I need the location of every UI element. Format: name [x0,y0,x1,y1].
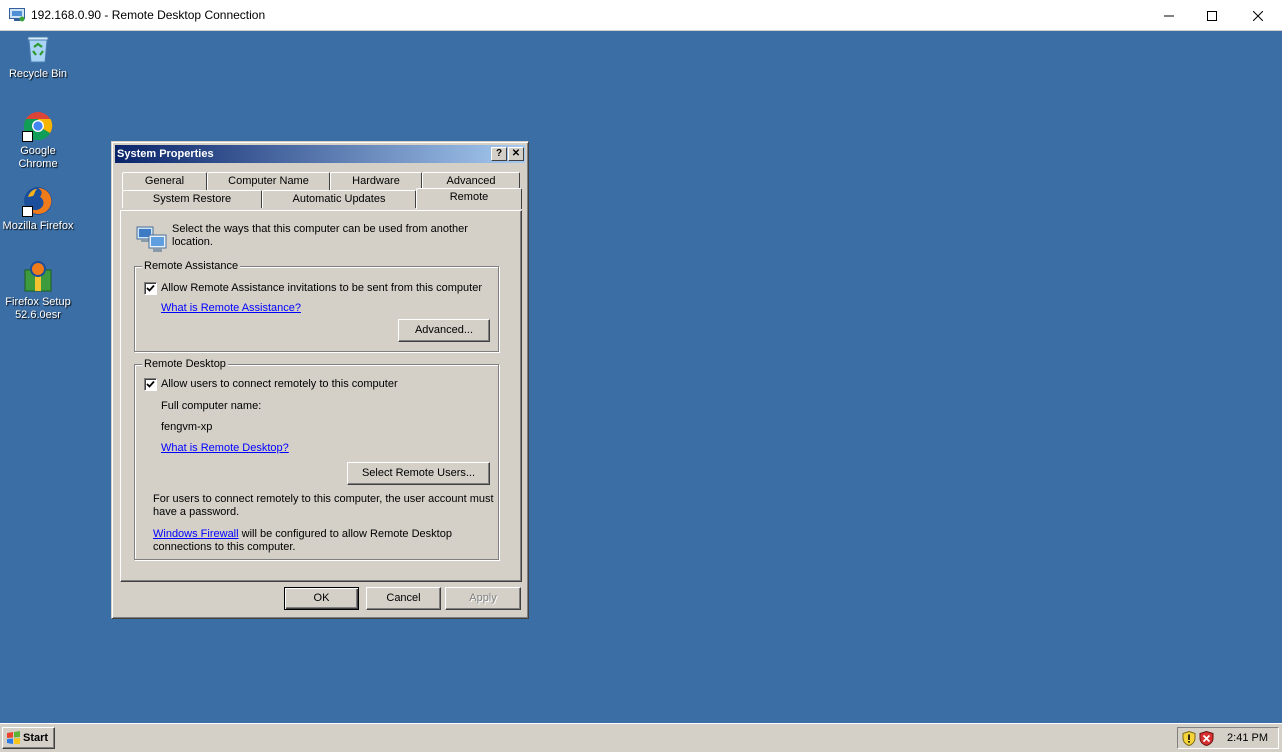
start-button[interactable]: Start [2,727,55,749]
windows-firewall-link[interactable]: Windows Firewall [153,528,239,540]
desktop-icon-chrome[interactable]: Google Chrome [0,110,76,171]
tab-computer-name[interactable]: Computer Name [207,172,330,190]
cancel-button[interactable]: Cancel [366,587,441,610]
allow-remote-assistance-label[interactable]: Allow Remote Assistance invitations to b… [161,282,482,295]
windows-logo-icon [7,731,20,744]
close-button[interactable] [1235,0,1281,31]
clock[interactable]: 2:41 PM [1227,732,1268,744]
tab-label: System Restore [152,193,232,205]
what-is-remote-desktop-link[interactable]: What is Remote Desktop? [161,442,289,455]
help-button[interactable]: ? [491,147,507,161]
chrome-icon [22,110,54,142]
allow-remote-desktop-label[interactable]: Allow users to connect remotely to this … [161,378,398,391]
recycle-bin-icon [22,33,54,65]
desktop-icon-firefox-setup[interactable]: Firefox Setup 52.6.0esr [0,261,76,322]
installer-icon [22,261,54,293]
apply-button[interactable]: Apply [445,587,521,610]
desktop-icon-label: Google Chrome [18,145,58,170]
remote-desktop-icon [9,8,25,22]
rdp-titlebar[interactable]: 192.168.0.90 - Remote Desktop Connection [0,0,1282,31]
tab-remote[interactable]: Remote [416,188,522,209]
desktop-icon-label: Mozilla Firefox [2,220,74,232]
tab-hardware[interactable]: Hardware [330,172,422,190]
checkmark-icon [146,284,155,292]
remote-desktop-group: Remote Desktop Allow users to connect re… [134,358,499,560]
start-label: Start [23,732,49,744]
tab-general[interactable]: General [122,172,207,190]
security-shield-icon[interactable] [1182,731,1196,746]
firewall-note-text: will be configured to allow Remote Deskt… [238,528,452,540]
dialog-close-button[interactable]: ✕ [508,147,524,161]
firewall-note-line2: connections to this computer. [153,541,296,553]
intro-text-line1: Select the ways that this computer can b… [172,223,468,235]
remote-assistance-group: Remote Assistance Allow Remote Assistanc… [134,260,499,352]
intro-text-line2: location. [172,236,213,248]
tab-label: Hardware [352,175,400,187]
password-note-line1: For users to connect remotely to this co… [153,493,494,505]
computer-name-value: fengvm-xp [161,421,213,433]
group-title: Remote Desktop [142,358,228,370]
system-properties-dialog[interactable]: System Properties ? ✕ General Computer N… [111,141,529,619]
system-tray: 2:41 PM [1177,727,1279,749]
desktop-icon-firefox[interactable]: Mozilla Firefox [0,185,76,233]
firewall-note-line1: Windows Firewall will be configured to a… [153,528,452,541]
tab-label: Computer Name [228,175,309,187]
close-icon: ✕ [511,148,521,159]
desktop-icon-label: Firefox Setup 52.6.0esr [5,296,71,321]
taskbar: Start 2:41 PM [0,723,1282,752]
minimize-button[interactable] [1146,0,1192,31]
maximize-button[interactable] [1189,0,1235,31]
tab-label: Advanced [446,175,496,187]
group-title: Remote Assistance [142,260,241,272]
security-alert-icon[interactable] [1199,731,1214,746]
select-remote-users-button[interactable]: Select Remote Users... [347,462,490,485]
desktop-icon-label: Recycle Bin [8,68,68,80]
password-note-line2: have a password. [153,506,240,518]
close-icon [1253,10,1263,21]
remote-computers-icon [136,226,167,252]
dialog-title-bar[interactable]: System Properties ? ✕ [115,145,525,163]
dialog-title: System Properties [117,148,214,160]
allow-remote-assistance-checkbox[interactable] [144,282,157,295]
rdp-window-title: 192.168.0.90 - Remote Desktop Connection [31,8,266,22]
minimize-icon [1164,15,1174,16]
help-icon: ? [495,148,503,159]
what-is-remote-assistance-link[interactable]: What is Remote Assistance? [161,302,301,315]
remote-tab-panel: Select the ways that this computer can b… [120,210,522,582]
desktop-icon-recycle-bin[interactable]: Recycle Bin [0,33,76,81]
maximize-icon [1207,10,1217,21]
tab-label: Remote [449,191,489,203]
tab-system-restore[interactable]: System Restore [122,190,262,208]
shortcut-arrow-icon [22,131,33,142]
checkmark-icon [146,380,155,388]
ok-button[interactable]: OK [284,587,359,610]
tab-automatic-updates[interactable]: Automatic Updates [262,190,416,208]
allow-remote-desktop-checkbox[interactable] [144,378,157,391]
shortcut-arrow-icon [22,206,33,217]
advanced-button[interactable]: Advanced... [398,319,490,342]
tab-label: Automatic Updates [292,193,386,205]
tab-label: General [144,175,185,187]
full-computer-name-label: Full computer name: [161,400,262,412]
firefox-icon [22,185,54,217]
